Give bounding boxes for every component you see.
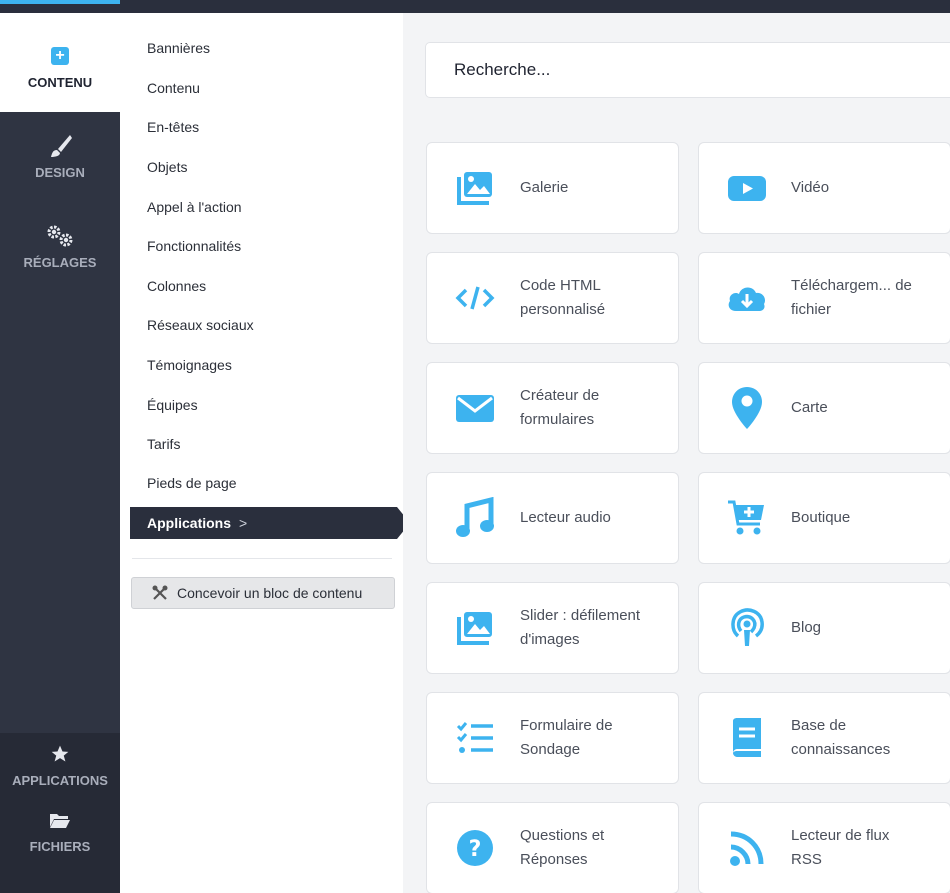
map-pin-icon [723,384,771,432]
video-icon [723,164,771,212]
app-card-image-slider[interactable]: Slider : défilement d'images [426,582,679,674]
podcast-icon [723,604,771,652]
rail-label: CONTENU [27,75,93,90]
category-item[interactable]: Pieds de page [147,475,237,491]
top-accent [0,0,120,13]
music-icon [451,494,499,542]
design-button-label: Concevoir un bloc de contenu [177,585,363,601]
app-card-gallery[interactable]: Galerie [426,142,679,234]
app-label: Slider : défilement d'images [520,607,641,648]
category-item-applications[interactable]: Applications > [130,507,410,539]
rail-label: FICHIERS [29,839,91,854]
apps-panel: Galerie Vidéo Code HTML personnalisé Tél… [403,13,950,893]
app-label: Code HTML personnalisé [520,277,606,318]
category-item[interactable]: Équipes [147,397,198,413]
search-input[interactable] [425,42,950,98]
tools-icon [152,585,168,600]
rail-label: APPLICATIONS [12,773,108,788]
category-item[interactable]: Témoignages [147,357,232,373]
rail-item-contenu[interactable]: + CONTENU [0,13,120,112]
app-card-form-builder[interactable]: Créateur de formulaires [426,362,679,454]
star-icon [50,739,70,769]
app-label: Vidéo [791,179,830,196]
category-item[interactable]: Fonctionnalités [147,238,241,254]
category-item[interactable]: Bannières [147,40,210,56]
slider-icon [451,604,499,652]
app-label: Lecteur audio [520,509,611,526]
rail-item-reglages[interactable]: RÉGLAGES [0,221,120,301]
app-label: Questions et Réponses [520,827,605,868]
gallery-icon [451,164,499,212]
rail-item-design[interactable]: DESIGN [0,131,120,211]
category-list: Bannières Contenu En-têtes Objets Appel … [120,13,410,893]
chevron-right-icon: > [239,515,248,531]
app-card-knowledge-base[interactable]: Base de connaissances [698,692,950,784]
book-icon [723,714,771,762]
design-content-block-button[interactable]: Concevoir un bloc de contenu [131,577,395,609]
app-label: Téléchargem... de fichier [791,277,912,318]
app-card-qna[interactable]: ? Questions et Réponses [426,802,679,893]
folder-icon [49,805,71,835]
app-card-survey[interactable]: Formulaire de Sondage [426,692,679,784]
category-label: Applications [147,515,232,531]
app-label: Galerie [520,179,569,196]
app-card-video[interactable]: Vidéo [698,142,950,234]
category-item[interactable]: Réseaux sociaux [147,317,254,333]
app-label: Lecteur de flux RSS [791,827,890,868]
cart-icon [723,494,771,542]
app-card-audio-player[interactable]: Lecteur audio [426,472,679,564]
envelope-icon [451,384,499,432]
app-label: Boutique [791,509,851,526]
category-item[interactable]: Tarifs [147,436,180,452]
app-label: Blog [791,619,822,636]
app-label: Carte [791,399,828,416]
rail-label: DESIGN [35,165,85,180]
svg-text:?: ? [469,837,482,862]
category-item[interactable]: Colonnes [147,278,206,294]
rail-label: RÉGLAGES [23,255,97,270]
divider [132,558,392,559]
app-card-rss[interactable]: Lecteur de flux RSS [698,802,950,893]
plus-icon: + [51,41,69,71]
cloud-download-icon [723,274,771,322]
app-card-file-download[interactable]: Téléchargem... de fichier [698,252,950,344]
app-card-shop[interactable]: Boutique [698,472,950,564]
brush-icon [47,131,73,161]
category-item[interactable]: En-têtes [147,119,199,135]
question-icon: ? [451,824,499,872]
app-card-html[interactable]: Code HTML personnalisé [426,252,679,344]
app-card-blog[interactable]: Blog [698,582,950,674]
rail-item-applications[interactable]: APPLICATIONS [0,739,120,799]
checklist-icon [451,714,499,762]
code-icon [451,274,499,322]
category-item[interactable]: Objets [147,159,187,175]
top-bar [0,0,950,13]
category-item[interactable]: Contenu [147,80,200,96]
gears-icon [45,221,75,251]
category-item[interactable]: Appel à l'action [147,199,242,215]
left-rail: + CONTENU DESIGN RÉGLAGES APPLICATIONS F… [0,13,120,893]
rss-icon [723,824,771,872]
app-card-map[interactable]: Carte [698,362,950,454]
app-label: Créateur de formulaires [520,387,600,428]
rail-item-fichiers[interactable]: FICHIERS [0,805,120,865]
app-label: Formulaire de Sondage [520,717,613,758]
app-label: Base de connaissances [791,717,891,758]
